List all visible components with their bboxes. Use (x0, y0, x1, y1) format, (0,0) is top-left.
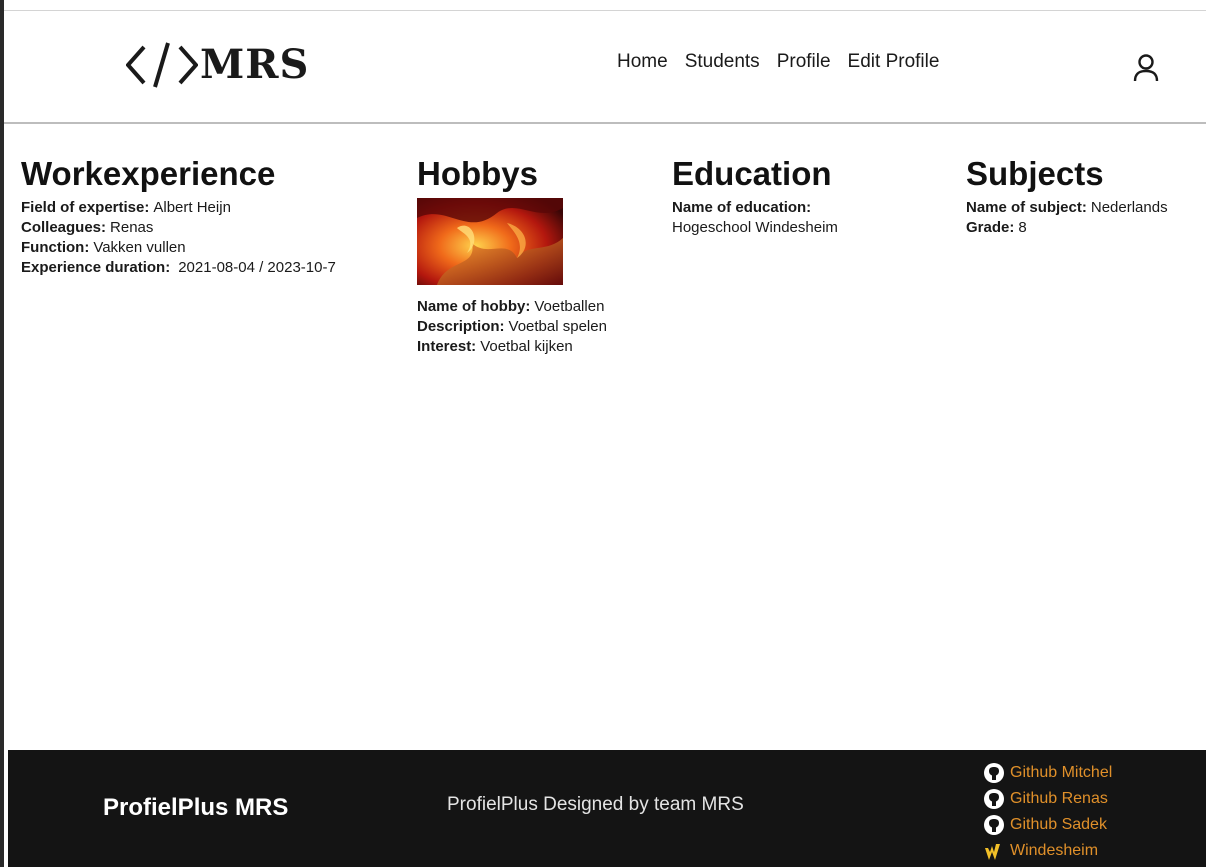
subject-name: Name of subject: Nederlands (966, 199, 1168, 216)
education-section: Education Name of education: Hogeschool … (672, 155, 838, 238)
subjects-title: Subjects (966, 155, 1104, 192)
education-title: Education (672, 155, 832, 192)
main-menu: Home Students Profile Edit Profile (617, 51, 939, 73)
top-navbar: MRS Home Students Profile Edit Profile (4, 11, 1206, 124)
hobbys-section: Hobbys Name of hobby: Voetballen Descrip… (417, 155, 607, 357)
code-brackets-icon (126, 42, 198, 88)
windesheim-link[interactable]: Windesheim (983, 838, 1112, 864)
github-mitchel-link[interactable]: Github Mitchel (983, 760, 1112, 786)
github-renas-link[interactable]: Github Renas (983, 786, 1112, 812)
site-footer: ProfielPlus MRS ProfielPlus Designed by … (8, 750, 1206, 867)
window-top-edge (0, 0, 1206, 11)
education-name-label: Name of education: (672, 199, 812, 216)
windesheim-icon (985, 844, 1000, 860)
education-name-value: Hogeschool Windesheim (672, 219, 838, 236)
nav-home[interactable]: Home (617, 51, 668, 73)
subject-grade: Grade: 8 (966, 219, 1027, 236)
mrs-logo[interactable]: MRS (126, 37, 309, 93)
experience-duration: Experience duration: 2021-08-04 / 2023-10… (21, 259, 336, 276)
nav-edit-profile[interactable]: Edit Profile (848, 51, 940, 73)
github-icon (984, 789, 1004, 809)
footer-tagline: ProfielPlus Designed by team MRS (447, 794, 744, 815)
nav-profile[interactable]: Profile (777, 51, 831, 73)
logo-text: MRS (200, 41, 310, 88)
hobby-interest: Interest: Voetbal kijken (417, 338, 573, 355)
hobby-flame-image (417, 198, 563, 285)
github-icon (984, 763, 1004, 783)
subjects-section: Subjects Name of subject: Nederlands Grad… (966, 155, 1168, 238)
profile-content: Workexperience Field of expertise: Albert… (4, 124, 1206, 750)
github-sadek-link[interactable]: Github Sadek (983, 812, 1112, 838)
function: Function: Vakken vullen (21, 239, 186, 256)
hobbys-title: Hobbys (417, 155, 539, 192)
hobby-name: Name of hobby: Voetballen (417, 298, 605, 315)
field-of-expertise: Field of expertise: Albert Heijn (21, 199, 231, 216)
nav-students[interactable]: Students (685, 51, 760, 73)
colleagues: Colleagues: Renas (21, 219, 154, 236)
workexperience-section: Workexperience Field of expertise: Albert… (21, 155, 336, 278)
hobby-description: Description: Voetbal spelen (417, 318, 607, 335)
github-icon (984, 815, 1004, 835)
footer-brand: ProfielPlus MRS (103, 794, 289, 821)
user-icon[interactable] (1132, 53, 1160, 85)
workexperience-title: Workexperience (21, 155, 276, 192)
footer-links: Github Mitchel Github Renas Github Sadek… (983, 760, 1112, 864)
